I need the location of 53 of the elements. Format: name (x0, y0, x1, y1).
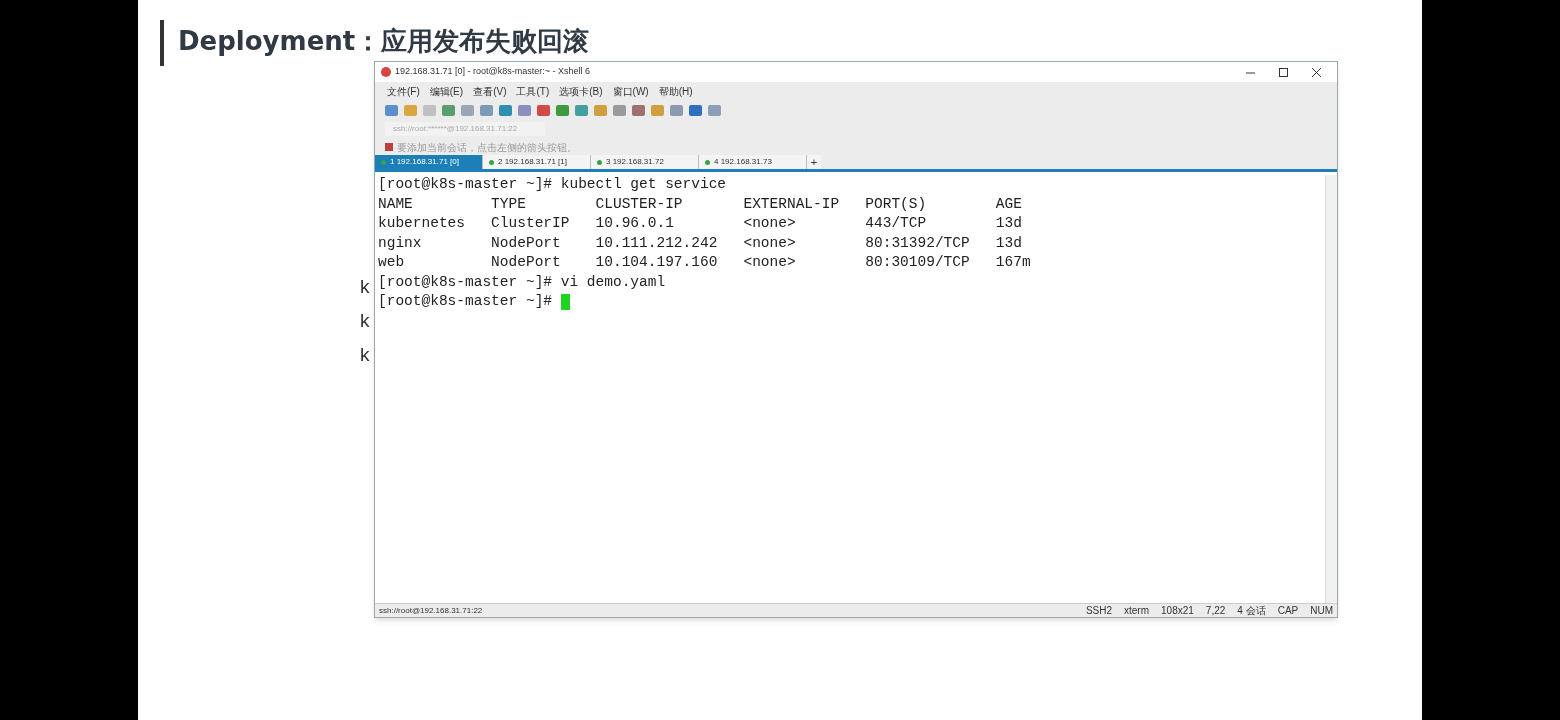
toolbar-icon[interactable] (651, 104, 664, 116)
toolbar-icon[interactable] (518, 104, 531, 116)
slide-title: Deployment：应用发布失败回滚 (178, 24, 590, 58)
terminal-line: [root@k8s-master ~]# vi demo.yaml (378, 272, 666, 292)
status-item: 7,22 (1205, 604, 1226, 617)
toolbar-icon[interactable] (632, 104, 645, 116)
terminal-line: [root@k8s-master ~]# kubectl get service (378, 175, 727, 194)
terminal-line: web NodePort 10.104.197.160 <none> 80:30109/TCP 167m (378, 253, 1031, 272)
terminal-line: kubernetes ClusterIP 10.96.0.1 <none> 443/TCP 13d (378, 214, 1022, 233)
window-title: 192.168.31.71 [0] - root@k8s-master:~ - Xshell 6 (395, 65, 590, 79)
menu-item[interactable]: 文件(F) (387, 83, 420, 99)
session-tab[interactable]: 3 192.168.31.72 (591, 155, 699, 169)
app-logo-icon (381, 67, 391, 77)
toolbar-icon[interactable] (442, 104, 455, 116)
session-tab[interactable]: 2 192.168.31.71 [1] (483, 155, 591, 169)
status-item: NUM (1310, 604, 1333, 617)
menu-item[interactable]: 工具(T) (516, 83, 550, 99)
status-text: ssh://root@192.168.31.71:22 (379, 604, 483, 617)
maximize-icon[interactable] (1279, 67, 1288, 77)
status-item: 4 会话 (1237, 604, 1266, 617)
terminal-line: [root@k8s-master ~]# (378, 292, 554, 311)
status-item: 108x21 (1161, 604, 1194, 617)
toolbar-icon[interactable] (689, 104, 702, 116)
terminal-line: NAME TYPE CLUSTER-IP EXTERNAL-IP PORT(S) AGE (378, 194, 1022, 214)
toolbar-icon[interactable] (556, 104, 569, 116)
terminal-line: nginx NodePort 10.111.212.242 <none> 80:31392/TCP 13d (378, 233, 1022, 253)
toolbar-icon[interactable] (575, 104, 588, 116)
status-item: SSH2 (1085, 604, 1113, 617)
toolbar-icon[interactable] (613, 104, 626, 116)
info-text: 要添加当前会话，点击左侧的箭头按钮。 (397, 140, 577, 155)
menu-item[interactable]: 选项卡(B) (559, 83, 603, 99)
menu-item[interactable]: 窗口(W) (612, 83, 649, 99)
slide-text: k (360, 310, 370, 332)
status-item: xterm (1124, 604, 1150, 617)
toolbar-icon[interactable] (480, 104, 493, 116)
menu-item[interactable]: 编辑(E) (429, 83, 464, 99)
slide-text: k (360, 344, 370, 366)
toolbar-icon[interactable] (461, 104, 474, 116)
toolbar-icon[interactable] (594, 104, 607, 116)
toolbar-icon[interactable] (537, 104, 550, 116)
toolbar-icon[interactable] (499, 104, 512, 116)
toolbar-icon[interactable] (404, 104, 417, 116)
toolbar-icon[interactable] (670, 104, 683, 116)
toolbar-icon[interactable] (385, 104, 398, 116)
session-tab[interactable]: 1 192.168.31.71 [0] (375, 155, 483, 169)
close-icon[interactable] (1312, 67, 1321, 77)
status-item: CAP (1277, 604, 1299, 617)
new-tab-button[interactable]: + (807, 155, 821, 169)
toolbar-icon[interactable] (708, 104, 721, 116)
slide-text: k (360, 276, 370, 298)
menu-item[interactable]: 查看(V) (473, 83, 507, 99)
menu-item[interactable]: 帮助(H) (658, 83, 693, 99)
session-tab[interactable]: 4 192.168.31.73 (699, 155, 807, 169)
